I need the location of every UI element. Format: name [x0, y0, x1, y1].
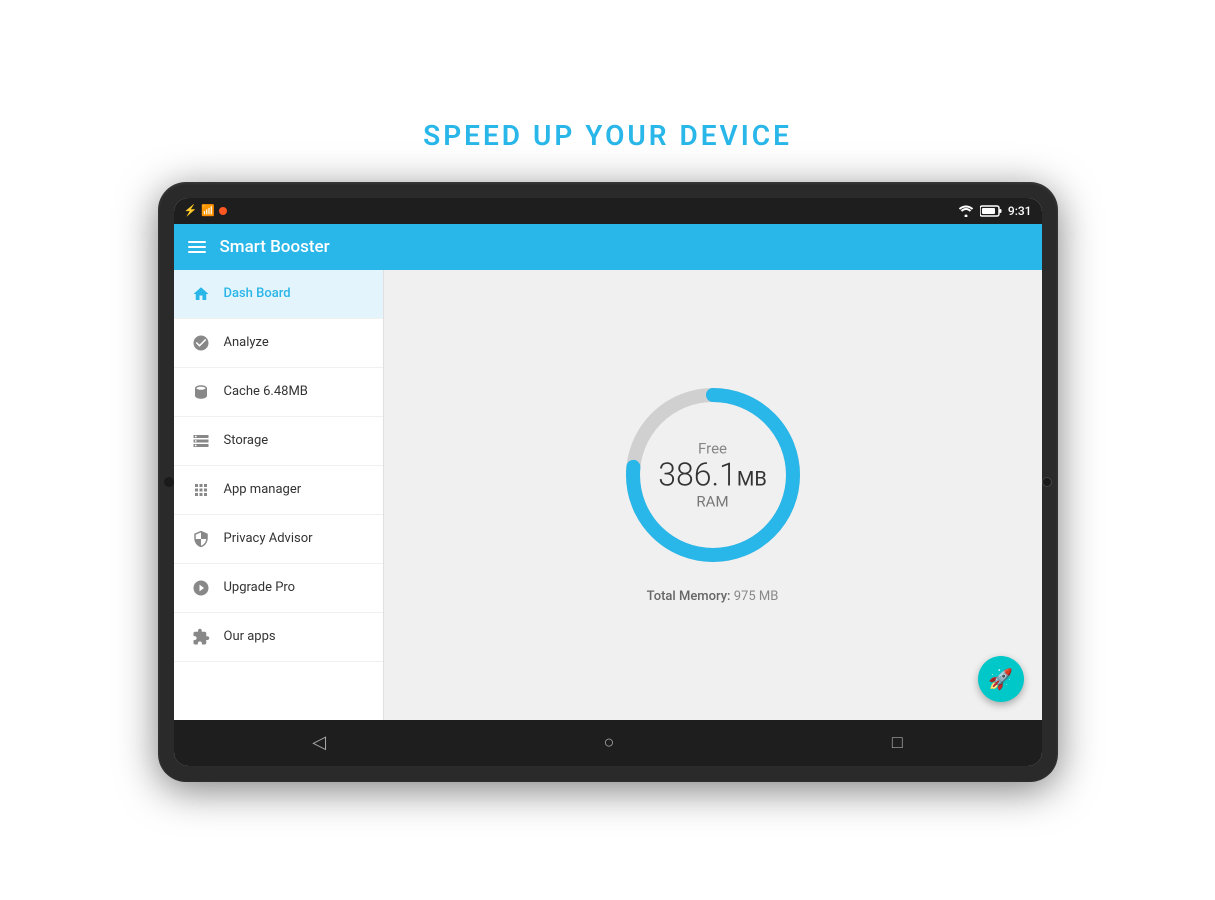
page-headline: SPEED UP YOUR DEVICE	[423, 119, 792, 152]
cache-icon	[190, 381, 212, 403]
sidebar-item-appmanager[interactable]: App manager	[174, 466, 383, 515]
content-area: Free 386.1MB RAM Total Memory: 975 MB	[384, 270, 1042, 720]
sidebar-item-privacy[interactable]: Privacy Advisor	[174, 515, 383, 564]
total-memory: Total Memory: 975 MB	[647, 589, 779, 604]
ram-text: Free 386.1MB RAM	[658, 439, 767, 510]
recent-button[interactable]: □	[872, 724, 923, 761]
sidebar-item-storage[interactable]: Storage	[174, 417, 383, 466]
ourapps-icon	[190, 626, 212, 648]
app-bar: Smart Booster	[174, 224, 1042, 270]
cache-label: Cache 6.48MB	[224, 384, 308, 399]
privacy-label: Privacy Advisor	[224, 531, 313, 546]
analyze-icon	[190, 332, 212, 354]
rocket-icon: 🚀	[988, 667, 1013, 691]
sidebar-item-upgrade[interactable]: Upgrade Pro	[174, 564, 383, 613]
main-area: Dash Board Analyze	[174, 270, 1042, 720]
analyze-label: Analyze	[224, 335, 269, 350]
status-right-icons: 9:31	[958, 204, 1032, 218]
camera-left	[164, 477, 174, 487]
upgrade-label: Upgrade Pro	[224, 580, 296, 595]
sidebar-item-cache[interactable]: Cache 6.48MB	[174, 368, 383, 417]
camera-right	[1042, 477, 1052, 487]
tablet-screen: ⚡ 📶 9:31	[174, 198, 1042, 766]
appmanager-icon	[190, 479, 212, 501]
privacy-icon	[190, 528, 212, 550]
hamburger-menu-button[interactable]	[188, 241, 206, 253]
storage-label: Storage	[224, 433, 269, 448]
home-button[interactable]: ○	[584, 724, 635, 761]
wifi-icon	[958, 205, 974, 217]
bottom-nav: ◁ ○ □	[174, 720, 1042, 766]
back-button[interactable]: ◁	[292, 724, 346, 761]
storage-icon	[190, 430, 212, 452]
lightning-icon: ⚡	[184, 204, 198, 217]
time-display: 9:31	[1008, 204, 1032, 218]
ram-display: Free 386.1MB RAM Total Memory: 975 MB	[613, 375, 813, 604]
upgrade-icon	[190, 577, 212, 599]
app-title: Smart Booster	[220, 237, 330, 257]
tablet-frame: ⚡ 📶 9:31	[158, 182, 1058, 782]
ram-label: RAM	[658, 493, 767, 511]
home-icon	[190, 283, 212, 305]
status-left-icons: ⚡ 📶	[184, 204, 227, 217]
notif-dot	[219, 207, 227, 215]
sidebar: Dash Board Analyze	[174, 270, 384, 720]
ourapps-label: Our apps	[224, 629, 276, 644]
sidebar-item-dashboard[interactable]: Dash Board	[174, 270, 383, 319]
sidebar-item-analyze[interactable]: Analyze	[174, 319, 383, 368]
signal-icon: 📶	[201, 204, 215, 217]
sidebar-item-ourapps[interactable]: Our apps	[174, 613, 383, 662]
appmanager-label: App manager	[224, 482, 302, 497]
ram-value: 386.1MB	[658, 457, 767, 492]
fab-boost-button[interactable]: 🚀	[978, 656, 1024, 702]
dashboard-label: Dash Board	[224, 286, 291, 301]
status-bar: ⚡ 📶 9:31	[174, 198, 1042, 224]
battery-icon	[980, 205, 1002, 217]
ram-circle: Free 386.1MB RAM	[613, 375, 813, 575]
